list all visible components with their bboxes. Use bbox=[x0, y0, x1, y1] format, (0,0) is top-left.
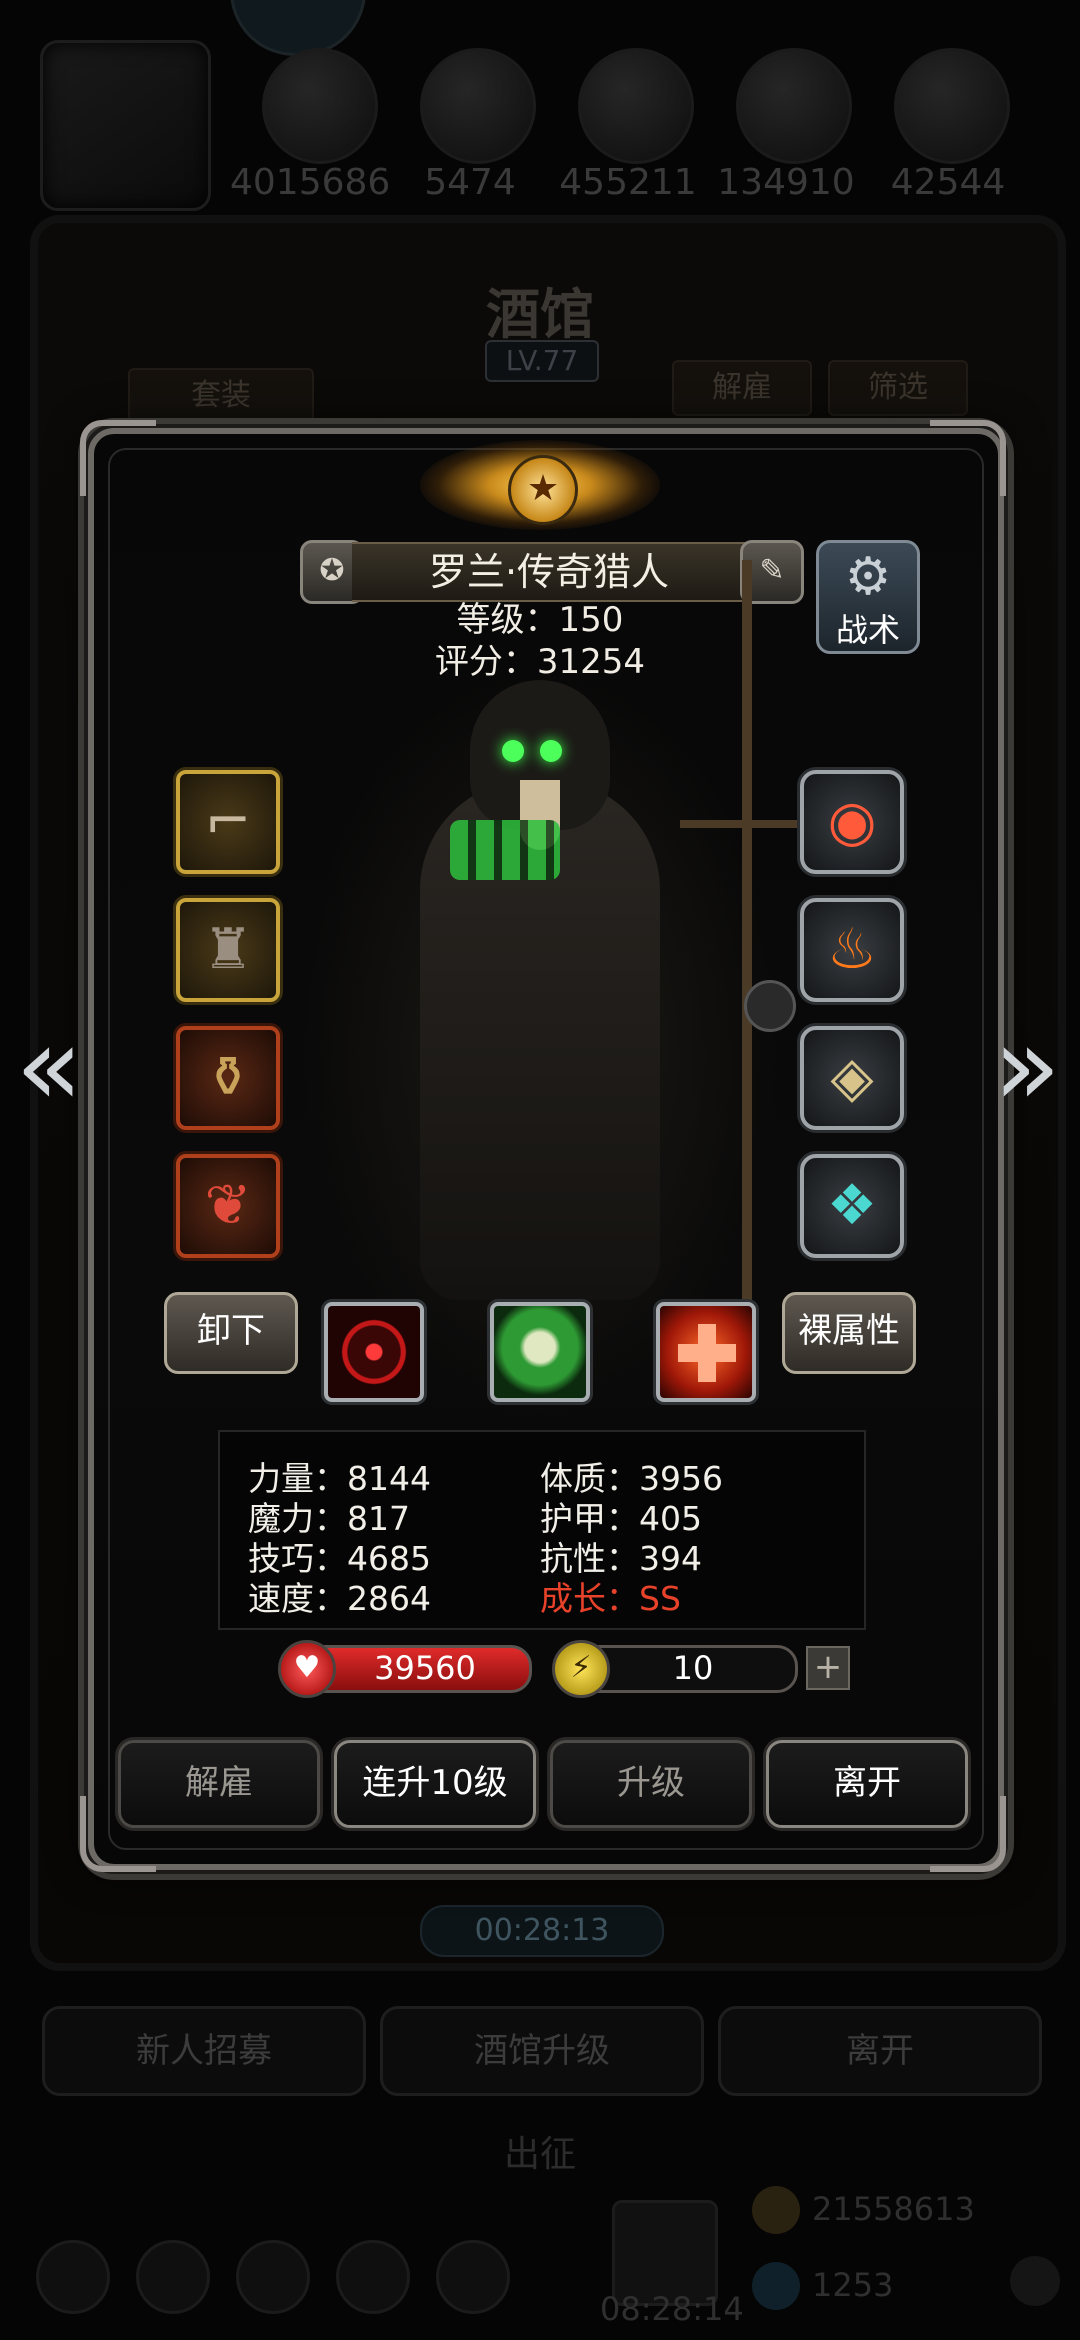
staff-icon bbox=[742, 560, 752, 1360]
skull-skill-icon[interactable] bbox=[490, 1302, 590, 1402]
resource-value-4: 134910 bbox=[717, 162, 855, 203]
settings-icon bbox=[1010, 2256, 1060, 2306]
resource-icon-1 bbox=[262, 48, 378, 164]
scale-beam-icon bbox=[680, 820, 810, 828]
equip-slot-accessory-1[interactable]: ⚱ bbox=[176, 1026, 280, 1130]
equip-slot-rune-2[interactable]: ♨ bbox=[800, 898, 904, 1002]
bottom-nav-icon-2 bbox=[136, 2240, 210, 2314]
resource-icon-3 bbox=[578, 48, 694, 164]
bottom-nav-icon-5 bbox=[436, 2240, 510, 2314]
frame-corner-tl bbox=[80, 420, 156, 496]
censer-icon bbox=[744, 980, 796, 1032]
dismiss-button[interactable]: 解雇 bbox=[118, 1740, 320, 1828]
equip-slot-rune-4[interactable]: ❖ bbox=[800, 1154, 904, 1258]
tactics-label: 战术 bbox=[835, 611, 900, 649]
equip-slot-rune-1[interactable]: ◉ bbox=[800, 770, 904, 874]
recruit-button: 新人招募 bbox=[42, 2006, 366, 2096]
expedition-label: 出征 bbox=[503, 2134, 576, 2175]
coat-icon: ♜ bbox=[202, 917, 254, 982]
tactics-button[interactable]: ⚙ 战术 bbox=[816, 540, 920, 654]
hero-eye-left bbox=[502, 740, 524, 762]
level-up-10-button[interactable]: 连升10级 bbox=[334, 1740, 536, 1828]
vial-belt bbox=[450, 820, 560, 880]
crosshair-skill-icon[interactable] bbox=[324, 1302, 424, 1402]
equip-slot-accessory-2[interactable]: ❦ bbox=[176, 1154, 280, 1258]
resource-value-1: 4015686 bbox=[230, 162, 391, 203]
gem-amount: 1253 bbox=[812, 2266, 894, 2304]
add-energy-button[interactable]: + bbox=[806, 1646, 850, 1690]
cross-horizontal bbox=[678, 1344, 736, 1362]
bottom-nav-icon-1 bbox=[36, 2240, 110, 2314]
resource-value-5: 42544 bbox=[890, 162, 1006, 203]
bg-dismiss-button: 解雇 bbox=[672, 360, 812, 416]
resource-icon-5 bbox=[894, 48, 1010, 164]
orb-icon: ◉ bbox=[827, 789, 877, 854]
resource-value-3: 455211 bbox=[559, 162, 697, 203]
equip-slot-armor[interactable]: ♜ bbox=[176, 898, 280, 1002]
stat-growth: 成长：SS bbox=[540, 1579, 681, 1618]
equip-slot-weapon[interactable]: ⌐ bbox=[176, 770, 280, 874]
bottle-icon: ⚱ bbox=[204, 1045, 252, 1110]
prev-hero-arrow-icon[interactable]: « bbox=[14, 1011, 84, 1126]
bg-leave-button: 离开 bbox=[718, 2006, 1042, 2096]
frame-corner-tr bbox=[930, 420, 1006, 496]
energy-value: 10 bbox=[672, 1649, 714, 1687]
flame-icon: ♨ bbox=[826, 917, 878, 982]
tavern-title: 酒馆 bbox=[486, 282, 594, 346]
equip-slot-rune-3[interactable]: ◈ bbox=[800, 1026, 904, 1130]
player-avatar bbox=[40, 40, 211, 211]
stat-speed: 速度：2864 bbox=[248, 1579, 431, 1618]
resource-icon-4 bbox=[736, 48, 852, 164]
gem-icon bbox=[752, 2262, 800, 2310]
leave-button[interactable]: 离开 bbox=[766, 1740, 968, 1828]
unequip-button[interactable]: 卸下 bbox=[164, 1292, 298, 1374]
heart-icon: ♥ bbox=[278, 1640, 336, 1698]
resource-value-2: 5474 bbox=[424, 162, 516, 203]
resource-icon-2 bbox=[420, 48, 536, 164]
bottom-nav-icon-3 bbox=[236, 2240, 310, 2314]
gear-icon: ⚙ bbox=[844, 547, 892, 607]
bare-stats-button[interactable]: 裸属性 bbox=[782, 1292, 916, 1374]
gem-cube-icon: ❖ bbox=[826, 1173, 878, 1238]
star-emblem-icon: ★ bbox=[508, 455, 578, 525]
shield-fragment-icon: ◈ bbox=[830, 1045, 874, 1110]
hero-eye-right bbox=[540, 740, 562, 762]
tavern-level: LV.77 bbox=[485, 340, 599, 382]
revolver-icon: ⌐ bbox=[204, 789, 252, 854]
gold-amount: 21558613 bbox=[812, 2190, 975, 2228]
bg-timer: 00:28:13 bbox=[420, 1905, 664, 1957]
heal-cross-skill-icon[interactable] bbox=[656, 1302, 756, 1402]
next-hero-arrow-icon[interactable]: » bbox=[992, 1011, 1062, 1126]
filter-button: 筛选 bbox=[828, 360, 968, 416]
bottom-timer: 08:28:14 bbox=[600, 2290, 744, 2328]
set-button: 套装 bbox=[128, 368, 314, 424]
bottom-nav-icon-4 bbox=[336, 2240, 410, 2314]
gold-icon bbox=[752, 2186, 800, 2234]
upgrade-tavern-button: 酒馆升级 bbox=[380, 2006, 704, 2096]
charm-icon: ❦ bbox=[204, 1173, 252, 1238]
mascot-icon bbox=[230, 0, 366, 56]
hp-value: 39560 bbox=[374, 1649, 476, 1687]
level-up-button[interactable]: 升级 bbox=[550, 1740, 752, 1828]
